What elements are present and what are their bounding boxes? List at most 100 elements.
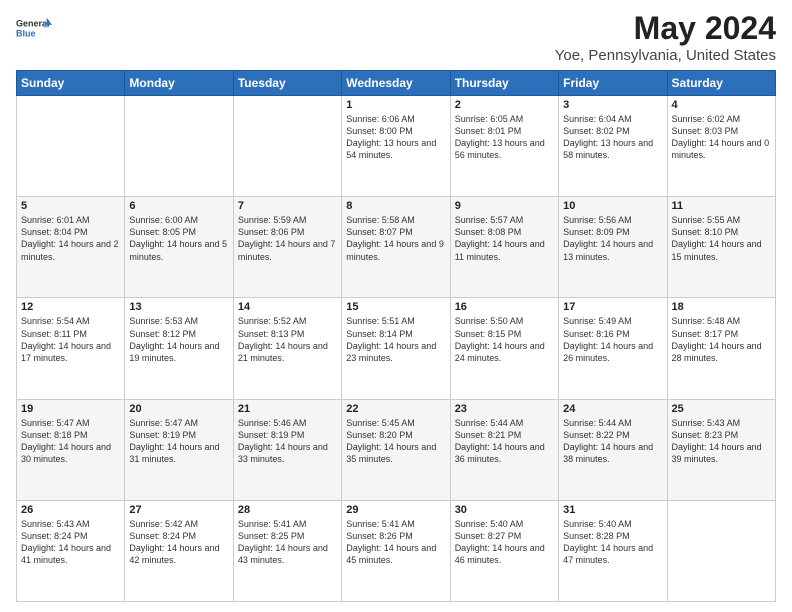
day-info: Sunrise: 5:44 AM Sunset: 8:22 PM Dayligh… — [563, 417, 662, 466]
day-info: Sunrise: 5:45 AM Sunset: 8:20 PM Dayligh… — [346, 417, 445, 466]
calendar-week-row: 5 Sunrise: 6:01 AM Sunset: 8:04 PM Daylig… — [17, 197, 776, 298]
col-wednesday: Wednesday — [342, 71, 450, 96]
table-row: 13Sunrise: 5:53 AM Sunset: 8:12 PM Dayli… — [125, 298, 233, 399]
day-info: Sunrise: 6:06 AM Sunset: 8:00 PM Dayligh… — [346, 113, 445, 162]
day-number: 15 — [346, 301, 445, 313]
table-row: 23 Sunrise: 5:44 AM Sunset: 8:21 PM Dayli… — [450, 399, 558, 500]
day-info: Sunrise: 5:49 AM Sunset: 8:16 PM Dayligh… — [563, 315, 662, 364]
calendar-header-row: Sunday Monday Tuesday Wednesday Thursday… — [17, 71, 776, 96]
table-row: 15 Sunrise: 5:51 AM Sunset: 8:14 PM Dayli… — [342, 298, 450, 399]
day-info: Sunrise: 6:05 AM Sunset: 8:01 PM Dayligh… — [455, 113, 554, 162]
day-info: Sunrise: 5:47 AM Sunset: 8:19 PM Dayligh… — [129, 417, 228, 466]
table-row: 26Sunrise: 5:43 AM Sunset: 8:24 PM Dayli… — [17, 500, 125, 601]
page-subtitle: Yoe, Pennsylvania, United States — [555, 47, 776, 64]
title-block: May 2024 Yoe, Pennsylvania, United State… — [555, 10, 776, 64]
table-row: 28 Sunrise: 5:41 AM Sunset: 8:25 PM Dayli… — [233, 500, 341, 601]
day-number: 19 — [21, 403, 120, 415]
calendar-week-row: 26Sunrise: 5:43 AM Sunset: 8:24 PM Dayli… — [17, 500, 776, 601]
day-number: 2 — [455, 99, 554, 111]
table-row: 1 Sunrise: 6:06 AM Sunset: 8:00 PM Daylig… — [342, 96, 450, 197]
day-number: 21 — [238, 403, 337, 415]
col-monday: Monday — [125, 71, 233, 96]
day-number: 1 — [346, 99, 445, 111]
table-row: 5 Sunrise: 6:01 AM Sunset: 8:04 PM Daylig… — [17, 197, 125, 298]
day-info: Sunrise: 5:40 AM Sunset: 8:28 PM Dayligh… — [563, 518, 662, 567]
table-row: 29Sunrise: 5:41 AM Sunset: 8:26 PM Dayli… — [342, 500, 450, 601]
day-number: 25 — [672, 403, 771, 415]
col-friday: Friday — [559, 71, 667, 96]
day-number: 29 — [346, 504, 445, 516]
page: General Blue May 2024 Yoe, Pennsylvania,… — [0, 0, 792, 612]
day-info: Sunrise: 5:54 AM Sunset: 8:11 PM Dayligh… — [21, 315, 120, 364]
day-info: Sunrise: 5:53 AM Sunset: 8:12 PM Dayligh… — [129, 315, 228, 364]
table-row: 24 Sunrise: 5:44 AM Sunset: 8:22 PM Dayli… — [559, 399, 667, 500]
day-number: 20 — [129, 403, 228, 415]
col-thursday: Thursday — [450, 71, 558, 96]
svg-text:Blue: Blue — [16, 29, 36, 39]
day-number: 14 — [238, 301, 337, 313]
table-row — [125, 96, 233, 197]
day-info: Sunrise: 5:44 AM Sunset: 8:21 PM Dayligh… — [455, 417, 554, 466]
table-row: 14 Sunrise: 5:52 AM Sunset: 8:13 PM Dayli… — [233, 298, 341, 399]
col-saturday: Saturday — [667, 71, 775, 96]
table-row: 3 Sunrise: 6:04 AM Sunset: 8:02 PM Daylig… — [559, 96, 667, 197]
day-info: Sunrise: 5:55 AM Sunset: 8:10 PM Dayligh… — [672, 214, 771, 263]
day-number: 30 — [455, 504, 554, 516]
table-row: 8 Sunrise: 5:58 AM Sunset: 8:07 PM Daylig… — [342, 197, 450, 298]
day-number: 12 — [21, 301, 120, 313]
day-info: Sunrise: 5:46 AM Sunset: 8:19 PM Dayligh… — [238, 417, 337, 466]
day-info: Sunrise: 5:48 AM Sunset: 8:17 PM Dayligh… — [672, 315, 771, 364]
logo: General Blue — [16, 10, 52, 46]
day-number: 18 — [672, 301, 771, 313]
day-info: Sunrise: 5:59 AM Sunset: 8:06 PM Dayligh… — [238, 214, 337, 263]
day-number: 24 — [563, 403, 662, 415]
day-number: 31 — [563, 504, 662, 516]
day-info: Sunrise: 5:56 AM Sunset: 8:09 PM Dayligh… — [563, 214, 662, 263]
day-number: 17 — [563, 301, 662, 313]
day-info: Sunrise: 6:04 AM Sunset: 8:02 PM Dayligh… — [563, 113, 662, 162]
day-number: 16 — [455, 301, 554, 313]
logo-svg: General Blue — [16, 10, 52, 46]
table-row: 12 Sunrise: 5:54 AM Sunset: 8:11 PM Dayli… — [17, 298, 125, 399]
day-number: 26 — [21, 504, 120, 516]
calendar-week-row: 1 Sunrise: 6:06 AM Sunset: 8:00 PM Daylig… — [17, 96, 776, 197]
table-row: 22 Sunrise: 5:45 AM Sunset: 8:20 PM Dayli… — [342, 399, 450, 500]
day-info: Sunrise: 5:52 AM Sunset: 8:13 PM Dayligh… — [238, 315, 337, 364]
day-number: 23 — [455, 403, 554, 415]
day-info: Sunrise: 5:47 AM Sunset: 8:18 PM Dayligh… — [21, 417, 120, 466]
day-info: Sunrise: 5:57 AM Sunset: 8:08 PM Dayligh… — [455, 214, 554, 263]
calendar-week-row: 12 Sunrise: 5:54 AM Sunset: 8:11 PM Dayli… — [17, 298, 776, 399]
day-info: Sunrise: 5:41 AM Sunset: 8:25 PM Dayligh… — [238, 518, 337, 567]
table-row: 10Sunrise: 5:56 AM Sunset: 8:09 PM Dayli… — [559, 197, 667, 298]
table-row: 11 Sunrise: 5:55 AM Sunset: 8:10 PM Dayli… — [667, 197, 775, 298]
header: General Blue May 2024 Yoe, Pennsylvania,… — [16, 10, 776, 64]
day-number: 11 — [672, 200, 771, 212]
day-number: 3 — [563, 99, 662, 111]
calendar-table: Sunday Monday Tuesday Wednesday Thursday… — [16, 70, 776, 602]
day-info: Sunrise: 5:43 AM Sunset: 8:23 PM Dayligh… — [672, 417, 771, 466]
col-tuesday: Tuesday — [233, 71, 341, 96]
table-row: 21 Sunrise: 5:46 AM Sunset: 8:19 PM Dayli… — [233, 399, 341, 500]
day-info: Sunrise: 6:01 AM Sunset: 8:04 PM Dayligh… — [21, 214, 120, 263]
table-row: 25 Sunrise: 5:43 AM Sunset: 8:23 PM Dayli… — [667, 399, 775, 500]
table-row: 7Sunrise: 5:59 AM Sunset: 8:06 PM Daylig… — [233, 197, 341, 298]
day-info: Sunrise: 5:40 AM Sunset: 8:27 PM Dayligh… — [455, 518, 554, 567]
day-number: 28 — [238, 504, 337, 516]
day-info: Sunrise: 6:02 AM Sunset: 8:03 PM Dayligh… — [672, 113, 771, 162]
day-info: Sunrise: 5:42 AM Sunset: 8:24 PM Dayligh… — [129, 518, 228, 567]
table-row: 27 Sunrise: 5:42 AM Sunset: 8:24 PM Dayli… — [125, 500, 233, 601]
table-row: 6Sunrise: 6:00 AM Sunset: 8:05 PM Daylig… — [125, 197, 233, 298]
day-number: 27 — [129, 504, 228, 516]
page-title: May 2024 — [555, 10, 776, 47]
day-number: 4 — [672, 99, 771, 111]
calendar-week-row: 19 Sunrise: 5:47 AM Sunset: 8:18 PM Dayli… — [17, 399, 776, 500]
table-row: 9 Sunrise: 5:57 AM Sunset: 8:08 PM Daylig… — [450, 197, 558, 298]
table-row: 20 Sunrise: 5:47 AM Sunset: 8:19 PM Dayli… — [125, 399, 233, 500]
day-info: Sunrise: 5:51 AM Sunset: 8:14 PM Dayligh… — [346, 315, 445, 364]
day-number: 8 — [346, 200, 445, 212]
day-number: 22 — [346, 403, 445, 415]
day-info: Sunrise: 5:58 AM Sunset: 8:07 PM Dayligh… — [346, 214, 445, 263]
table-row: 30 Sunrise: 5:40 AM Sunset: 8:27 PM Dayli… — [450, 500, 558, 601]
day-number: 9 — [455, 200, 554, 212]
day-number: 5 — [21, 200, 120, 212]
